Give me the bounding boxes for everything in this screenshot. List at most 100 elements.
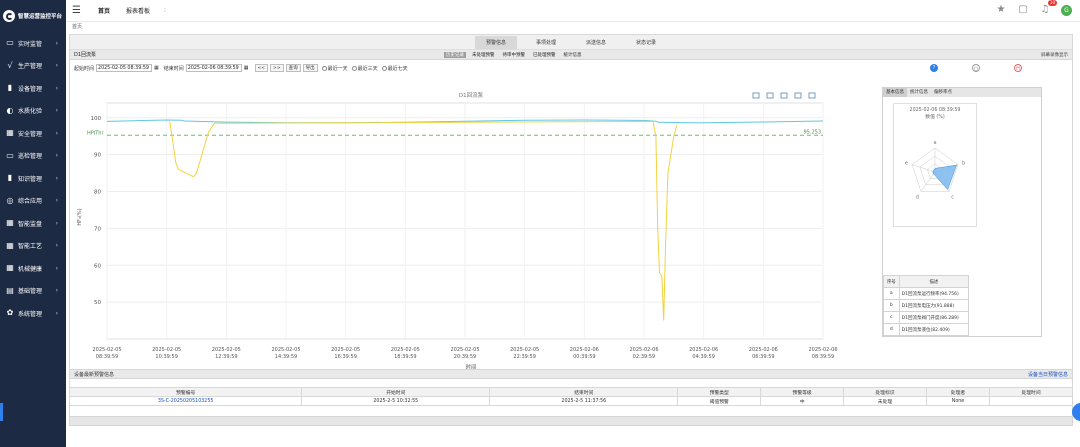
- refresh-icon[interactable]: ○: [972, 64, 980, 72]
- logo[interactable]: 智慧运营监控平台: [0, 0, 66, 32]
- tab-report[interactable]: 报表看板: [126, 6, 150, 15]
- column-header[interactable]: 处理时间: [989, 387, 1073, 397]
- sidebar-item[interactable]: ▦ 安全管理 ›: [0, 122, 66, 145]
- sidebar-item[interactable]: ▭ 实时监管 ›: [0, 32, 66, 55]
- sidebar-item[interactable]: ▮ 设备管理 ›: [0, 77, 66, 100]
- sidebar-item[interactable]: ▦ 机械健康 ›: [0, 257, 66, 280]
- start-time-input[interactable]: 2025-02-05 08:39:59: [96, 64, 153, 72]
- sidebar-item[interactable]: ◐ 水质化验 ›: [0, 100, 66, 123]
- column-header[interactable]: 开始时间: [301, 387, 491, 397]
- notification-badge: 10: [1047, 0, 1057, 6]
- breadcrumb[interactable]: 首页: [72, 23, 82, 30]
- sidebar-item[interactable]: ▮ 知识管理 ›: [0, 167, 66, 190]
- sidebar-item[interactable]: ▦ 智能监盘 ›: [0, 212, 66, 235]
- side-handle[interactable]: [0, 403, 3, 421]
- bottom-title: 设备最新预警信息: [74, 371, 115, 378]
- help-icon[interactable]: ?: [930, 64, 938, 72]
- export-button[interactable]: 导出: [302, 64, 318, 72]
- floating-assistant-button[interactable]: [1072, 403, 1080, 421]
- subtab-statistics[interactable]: 统计信息: [562, 52, 584, 58]
- end-time-input[interactable]: 2025-02-06 08:39:59: [185, 64, 242, 72]
- x-tick-label: 14:39:59: [275, 354, 297, 360]
- column-header[interactable]: 预警类型: [677, 387, 762, 397]
- x-tick-label: 06:39:59: [752, 354, 774, 360]
- column-header[interactable]: 处理者: [925, 387, 991, 397]
- zoom-icon[interactable]: [752, 92, 760, 99]
- x-tick-label: 08:39:59: [812, 354, 834, 360]
- daily-alert-link[interactable]: 设备当日预警信息: [1028, 371, 1068, 378]
- history-icon[interactable]: H: [1014, 64, 1022, 72]
- menu-toggle-icon[interactable]: ☰: [72, 5, 86, 16]
- subtab-unhandled[interactable]: 未处理预警: [470, 52, 497, 58]
- reset-zoom-icon[interactable]: [766, 92, 774, 99]
- logo-icon: [3, 10, 15, 22]
- calendar-icon[interactable]: ▦: [244, 65, 249, 71]
- tab-basic-info[interactable]: 基本信息: [883, 88, 907, 97]
- subtab-reviewing[interactable]: 待审中预警: [501, 52, 528, 58]
- legend-row: b D1回流泵电压力(91.888): [883, 299, 970, 312]
- radar-panel: 基本信息 统计信息 偏移率点 2025-02-06 08:39:59 数值 (%…: [882, 87, 1042, 337]
- table-cell: 中: [760, 396, 845, 406]
- tab-dispatch-info[interactable]: 派送信息: [575, 36, 617, 49]
- sidebar-item[interactable]: ▤ 基础管理 ›: [0, 280, 66, 303]
- radio-last-day[interactable]: 最近一天: [321, 65, 348, 72]
- column-header[interactable]: 结束时间: [489, 387, 679, 397]
- y-tick-label: 60: [94, 263, 101, 269]
- restore-icon[interactable]: [780, 92, 788, 99]
- column-header[interactable]: 预警等级: [760, 387, 845, 397]
- radar-chart: a b c d e: [905, 140, 965, 200]
- table-row[interactable]: 3S-C-20250205103255 2025-2-5 10:32:55 2025…: [68, 396, 1073, 406]
- sidebar-item[interactable]: √ 生产管理 ›: [0, 55, 66, 78]
- globe-icon: ◎: [6, 195, 14, 205]
- line-chart: 50607080901002025-02-0508:39:592025-02-0…: [77, 91, 838, 371]
- table-cell: None: [925, 396, 991, 406]
- x-tick-label: 2025-02-06: [749, 347, 778, 353]
- chevron-right-icon: ›: [55, 242, 58, 250]
- water-icon: ◐: [6, 105, 14, 115]
- table-cell[interactable]: 3S-C-20250205103255: [68, 396, 303, 406]
- radio-last-three-days[interactable]: 最近三天: [351, 65, 378, 72]
- tab-home[interactable]: 首页: [98, 6, 110, 15]
- sidebar-item[interactable]: ▦ 智能工艺 ›: [0, 235, 66, 258]
- x-tick-label: 16:39:59: [334, 354, 356, 360]
- star-icon[interactable]: ★: [995, 4, 1007, 16]
- data-view-icon[interactable]: [794, 92, 802, 99]
- grid-icon: ▦: [6, 263, 14, 273]
- save-image-icon[interactable]: [808, 92, 816, 99]
- horizontal-scrollbar[interactable]: [69, 416, 1073, 426]
- clipboard-icon[interactable]: ▢: [1017, 4, 1029, 16]
- radio-last-seven-days[interactable]: 最近七天: [381, 65, 408, 72]
- y-tick-label: 50: [94, 300, 101, 306]
- column-header[interactable]: 处理标识: [843, 387, 927, 397]
- query-button[interactable]: 查询: [285, 64, 301, 72]
- more-tabs-icon[interactable]: ⁝: [164, 7, 166, 14]
- threshold-label: HPIThr: [87, 130, 104, 136]
- tab-statistics-info[interactable]: 统计信息: [907, 88, 931, 97]
- tab-status-record[interactable]: 状态记录: [625, 36, 667, 49]
- tab-event-handling[interactable]: 事项处理: [525, 36, 567, 49]
- sidebar-item[interactable]: ◎ 综合应用 ›: [0, 190, 66, 213]
- bell-icon[interactable]: ♫ 10: [1039, 0, 1057, 16]
- prev-button[interactable]: <<: [254, 64, 269, 72]
- main-panel: 预警信息 事项处理 派送信息 状态记录 D1回流泵 历史记录 未处理预警 待审中…: [69, 34, 1073, 424]
- grid-icon: ▦: [6, 128, 14, 138]
- avatar[interactable]: G: [1061, 4, 1072, 16]
- subtab-handled[interactable]: 已处理预警: [531, 52, 558, 58]
- sidebar-item[interactable]: ✿ 系统管理 ›: [0, 302, 66, 325]
- screen-record-link[interactable]: 屏幕录像显示: [1041, 52, 1068, 58]
- calendar-icon[interactable]: ▦: [154, 65, 159, 71]
- grid-icon: ▦: [6, 218, 14, 228]
- table-cell: 2025-2-5 10:32:55: [301, 396, 491, 406]
- start-time-label: 起始时间: [74, 65, 95, 72]
- x-tick-label: 2025-02-05: [450, 347, 479, 353]
- column-header[interactable]: 预警编号: [68, 387, 303, 397]
- tab-offset-points[interactable]: 偏移率点: [931, 88, 955, 97]
- tab-alert-info[interactable]: 预警信息: [475, 35, 517, 49]
- sidebar-item[interactable]: ▭ 巡检管理 ›: [0, 145, 66, 168]
- next-button[interactable]: >>: [270, 64, 284, 72]
- radar-unit: 数值 (%): [925, 115, 945, 120]
- subtab-history[interactable]: 历史记录: [444, 51, 466, 58]
- table-cell: 阈值预警: [677, 396, 762, 406]
- x-tick-label: 2025-02-05: [510, 347, 539, 353]
- sidebar-item-label: 系统管理: [18, 310, 43, 318]
